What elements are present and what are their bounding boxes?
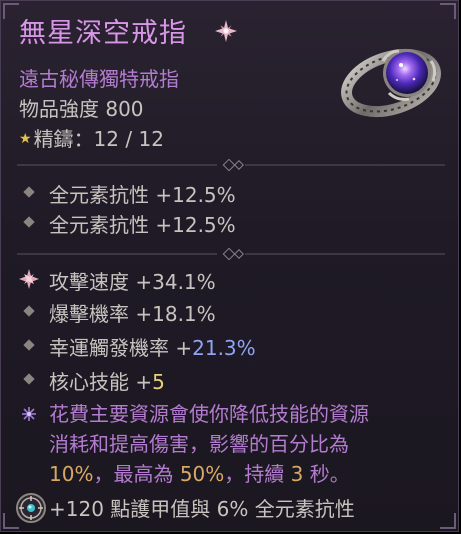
- legendary-aspect-icon: [22, 407, 36, 421]
- frame-corner: [440, 3, 456, 19]
- diamond-bullet-icon: [23, 186, 35, 198]
- section-divider: [17, 248, 445, 260]
- affix-core-skills: 核心技能 +5: [49, 370, 165, 394]
- masterwork-line: ★ 精鑄：12 / 12: [19, 123, 164, 152]
- masterwork-star-icon: ★: [19, 131, 32, 147]
- masterwork-value: ：12 / 12: [73, 127, 164, 151]
- ring-icon: [341, 48, 441, 118]
- frame-corner: [440, 513, 456, 529]
- socket-bonus-text: +120 點護甲值與 6% 全元素抗性: [49, 497, 355, 521]
- masterwork-label: 精鑄: [33, 127, 74, 151]
- legendary-power-text: 花費主要資源會使你降低技能的資源 消耗和提高傷害，影響的百分比為 10%，最高為…: [49, 402, 369, 486]
- affix-attack-speed: 攻擊速度 +34.1%: [49, 270, 216, 294]
- socket-gem-icon: [16, 493, 46, 523]
- implicit-affix: 全元素抗性 +12.5%: [49, 183, 236, 207]
- item-tooltip: 無星深空戒指 遠古秘傳獨特戒指 物品強度 800 ★ 精鑄：12 / 12 全元…: [0, 0, 459, 532]
- diamond-bullet-icon: [23, 339, 35, 351]
- item-type-line: 遠古秘傳獨特戒指: [19, 67, 179, 91]
- affix-lucky-hit: 幸運觸發機率 +21.3%: [49, 336, 256, 360]
- item-name: 無星深空戒指: [19, 18, 187, 49]
- star-badge-icon: [215, 20, 237, 42]
- greater-affix-icon: [19, 269, 39, 289]
- frame-corner: [3, 3, 19, 19]
- implicit-affix: 全元素抗性 +12.5%: [49, 213, 236, 237]
- section-divider: [17, 159, 445, 171]
- diamond-bullet-icon: [23, 216, 35, 228]
- diamond-bullet-icon: [23, 373, 35, 385]
- item-power: 物品強度 800: [19, 97, 144, 121]
- affix-crit-chance: 爆擊機率 +18.1%: [49, 302, 216, 326]
- diamond-bullet-icon: [23, 305, 35, 317]
